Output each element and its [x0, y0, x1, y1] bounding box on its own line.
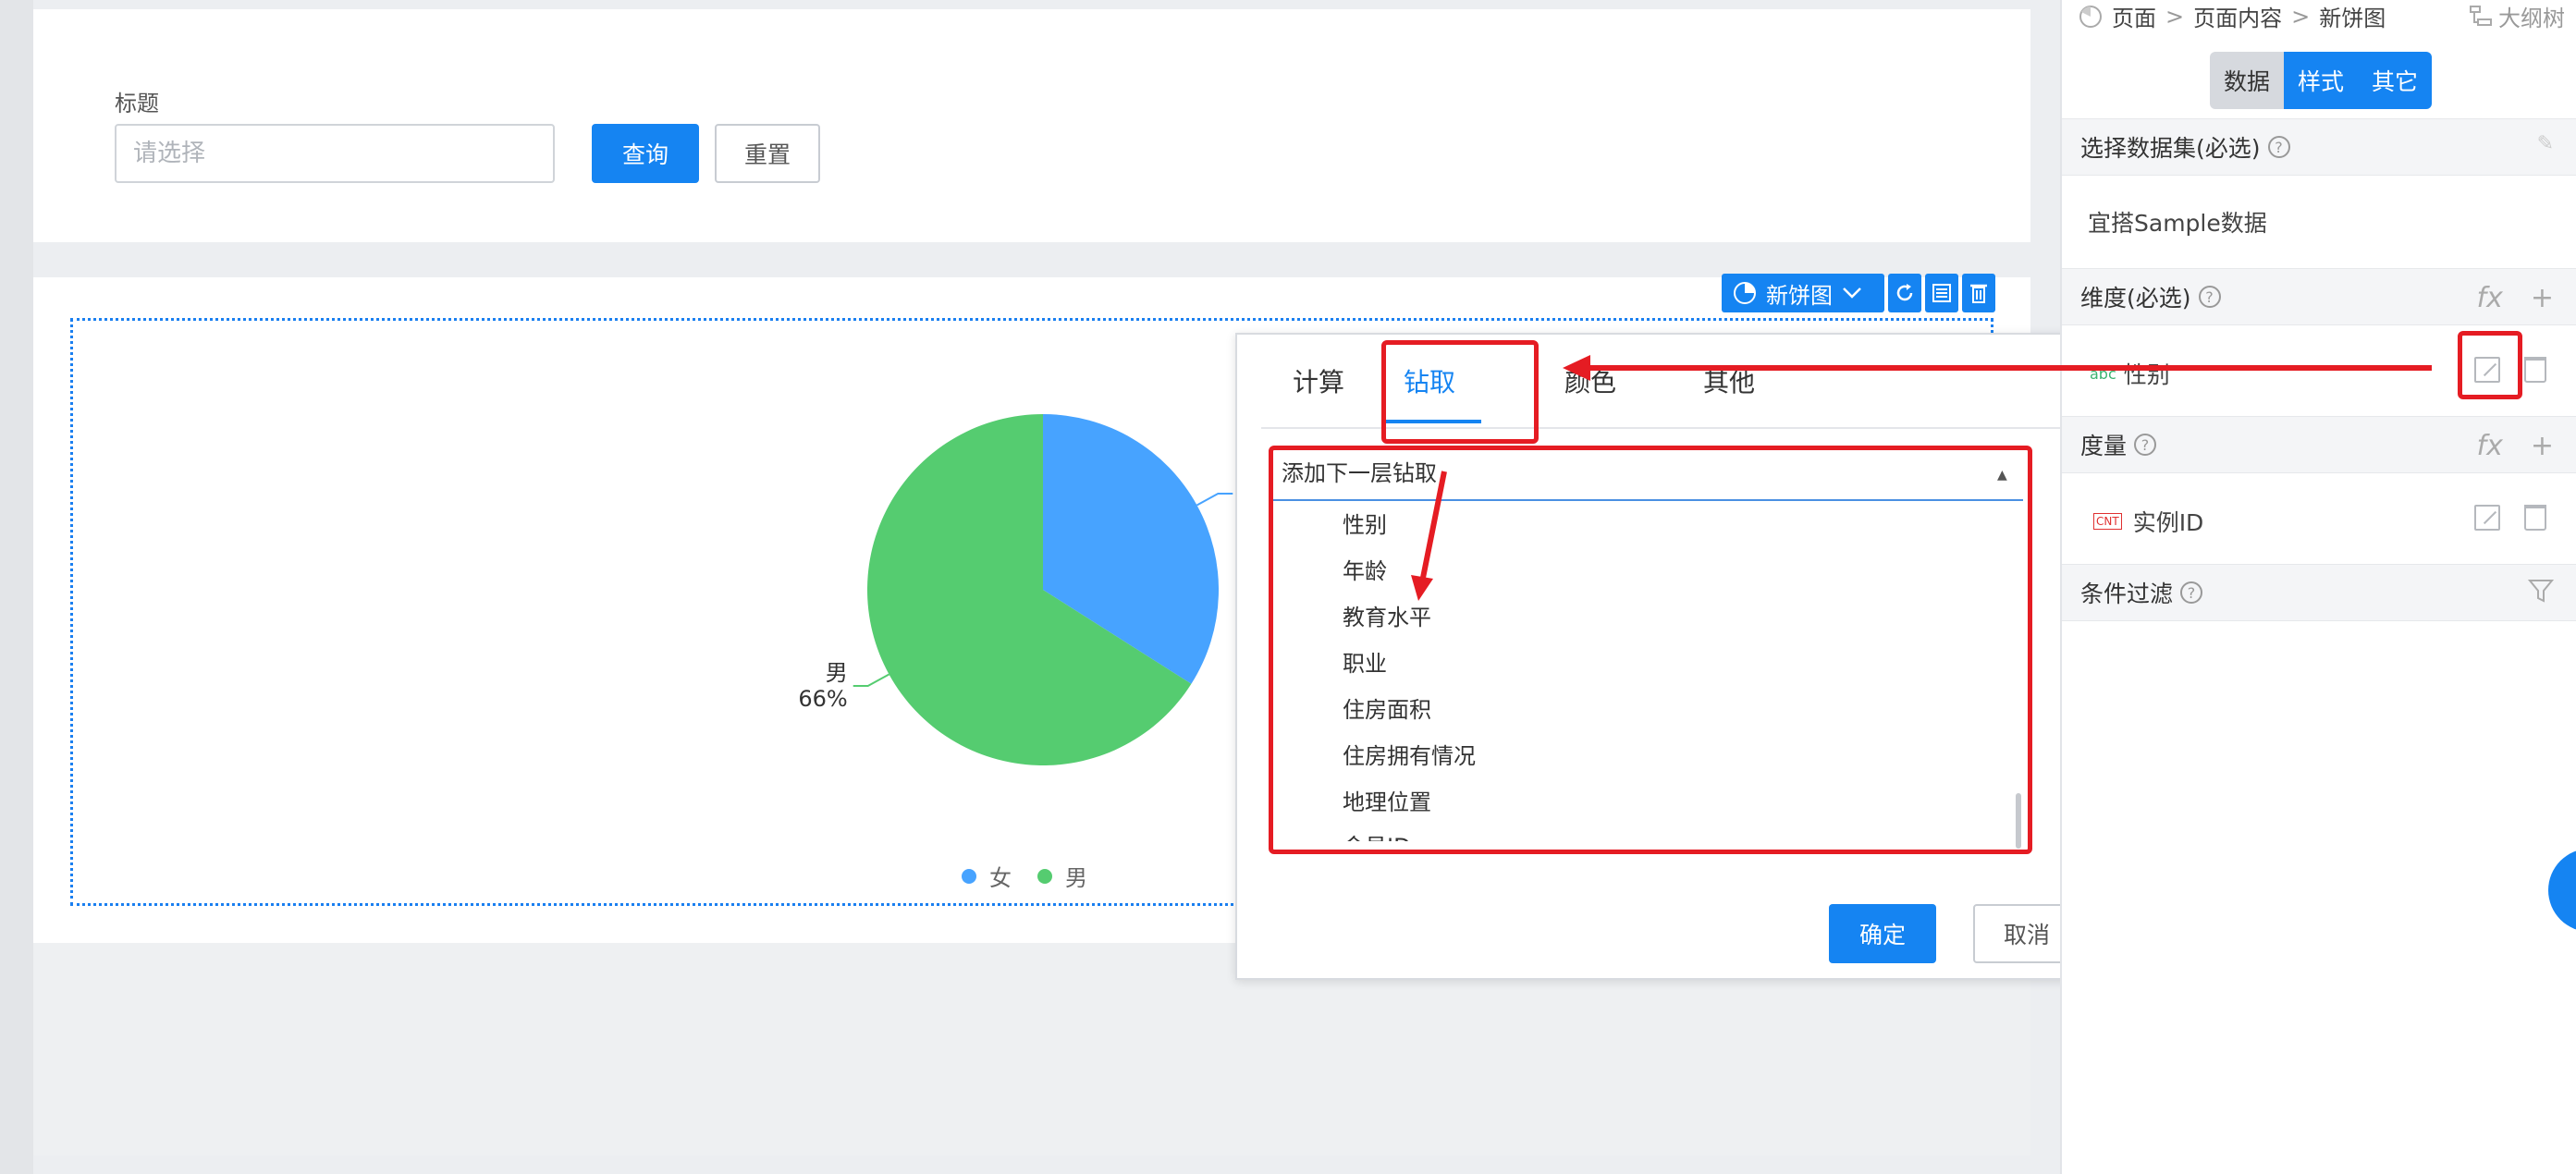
- add-icon[interactable]: +: [2531, 430, 2554, 462]
- table-icon: [1932, 284, 1951, 302]
- highlight-drill-list: [1269, 446, 2032, 854]
- reset-button[interactable]: 重置: [715, 124, 820, 183]
- breadcrumb-separator: >: [2165, 3, 2185, 30]
- tab-calculate[interactable]: 计算: [1293, 362, 1344, 399]
- help-icon[interactable]: ?: [2134, 434, 2157, 456]
- widget-name-button[interactable]: 新饼图: [1722, 274, 1884, 312]
- delete-widget-button[interactable]: [1962, 274, 1995, 312]
- seg-style[interactable]: 样式: [2284, 52, 2358, 109]
- pie-chart-icon: [2079, 5, 2102, 28]
- breadcrumb: 页面 > 页面内容 > 新饼图: [2079, 0, 2386, 32]
- breadcrumb-item: 新饼图: [2319, 6, 2386, 31]
- add-icon[interactable]: +: [2531, 282, 2554, 314]
- seg-data[interactable]: 数据: [2210, 52, 2284, 109]
- left-strip: [0, 0, 33, 1174]
- measure-field-label: 实例ID: [2132, 509, 2204, 536]
- outline-tree-label: 大纲树: [2498, 6, 2565, 31]
- dataset-header-label: 选择数据集(必选): [2080, 135, 2261, 162]
- confirm-button[interactable]: 确定: [1829, 904, 1936, 963]
- breadcrumb-item[interactable]: 页面: [2112, 0, 2156, 32]
- dataset-section-header: 选择数据集(必选) ? ✎: [2062, 118, 2576, 176]
- outline-tree-button[interactable]: 大纲树: [2469, 0, 2565, 32]
- dimension-field-label: 性别: [2123, 361, 2170, 388]
- pie-label-category-1: 男: [826, 660, 848, 686]
- legend-marker-male: [1037, 868, 1052, 884]
- trash-icon[interactable]: [2524, 357, 2546, 383]
- widget-name-label: 新饼图: [1766, 282, 1833, 309]
- formula-icon[interactable]: fx: [2477, 282, 2503, 314]
- refresh-button[interactable]: [1888, 274, 1921, 312]
- seg-other[interactable]: 其它: [2358, 52, 2432, 109]
- tab-color[interactable]: 颜色: [1564, 362, 1616, 399]
- pie-chart-icon: [1734, 282, 1756, 304]
- query-button[interactable]: 查询: [592, 124, 699, 183]
- edit-icon[interactable]: [2474, 505, 2500, 531]
- count-type-badge: CNT: [2093, 513, 2122, 530]
- measure-section-header: 度量 ? fx +: [2062, 416, 2576, 473]
- help-icon[interactable]: ?: [2198, 286, 2221, 308]
- pie-leader-line-1: [853, 673, 889, 688]
- measure-field-actions: [2474, 505, 2546, 531]
- legend-marker-female: [962, 868, 976, 884]
- trash-icon: [1970, 284, 1987, 303]
- highlight-drill-tab: [1381, 340, 1539, 444]
- breadcrumb-separator: >: [2291, 3, 2311, 30]
- pie-leader-line-0: [1196, 492, 1233, 507]
- outline-tree-icon: [2470, 5, 2492, 26]
- tab-other[interactable]: 其他: [1703, 362, 1755, 399]
- filter-section-header: 条件过滤 ?: [2062, 564, 2576, 621]
- chevron-down-icon: [1843, 287, 1861, 299]
- chart-legend: 女 男: [962, 860, 1087, 892]
- data-table-button[interactable]: [1925, 274, 1958, 312]
- filter-header-label: 条件过滤: [2080, 581, 2174, 607]
- filter-label: 标题: [115, 91, 159, 116]
- help-icon[interactable]: ?: [2180, 581, 2203, 604]
- highlight-edit-button: [2458, 331, 2522, 399]
- trash-icon[interactable]: [2524, 505, 2546, 531]
- pie-label-percent-1: 66%: [798, 686, 847, 712]
- dimension-field-row[interactable]: abc 性别: [2090, 357, 2170, 390]
- dataset-value[interactable]: 宜搭Sample数据: [2088, 205, 2267, 238]
- pencil-icon[interactable]: ✎: [2537, 132, 2554, 155]
- string-type-badge: abc: [2090, 364, 2116, 383]
- pie-chart: 女34%男66%: [798, 414, 1288, 765]
- dimension-section-header: 维度(必选) ? fx +: [2062, 268, 2576, 325]
- formula-icon[interactable]: fx: [2477, 430, 2503, 462]
- filter-icon[interactable]: [2528, 578, 2554, 604]
- refresh-icon: [1896, 284, 1913, 301]
- legend-item-male[interactable]: 男: [1065, 860, 1087, 892]
- breadcrumb-item[interactable]: 页面内容: [2193, 0, 2282, 32]
- measure-header-label: 度量: [2080, 433, 2128, 459]
- legend-item-female[interactable]: 女: [989, 860, 1012, 892]
- widget-toolbar: 新饼图: [1722, 274, 1995, 312]
- help-icon[interactable]: ?: [2267, 136, 2290, 158]
- dimension-header-label: 维度(必选): [2080, 285, 2191, 312]
- filter-select-input[interactable]: 请选择: [115, 124, 555, 183]
- panel-mode-switch: 数据 样式 其它: [2210, 52, 2432, 109]
- measure-field-row[interactable]: CNT 实例ID: [2093, 505, 2203, 538]
